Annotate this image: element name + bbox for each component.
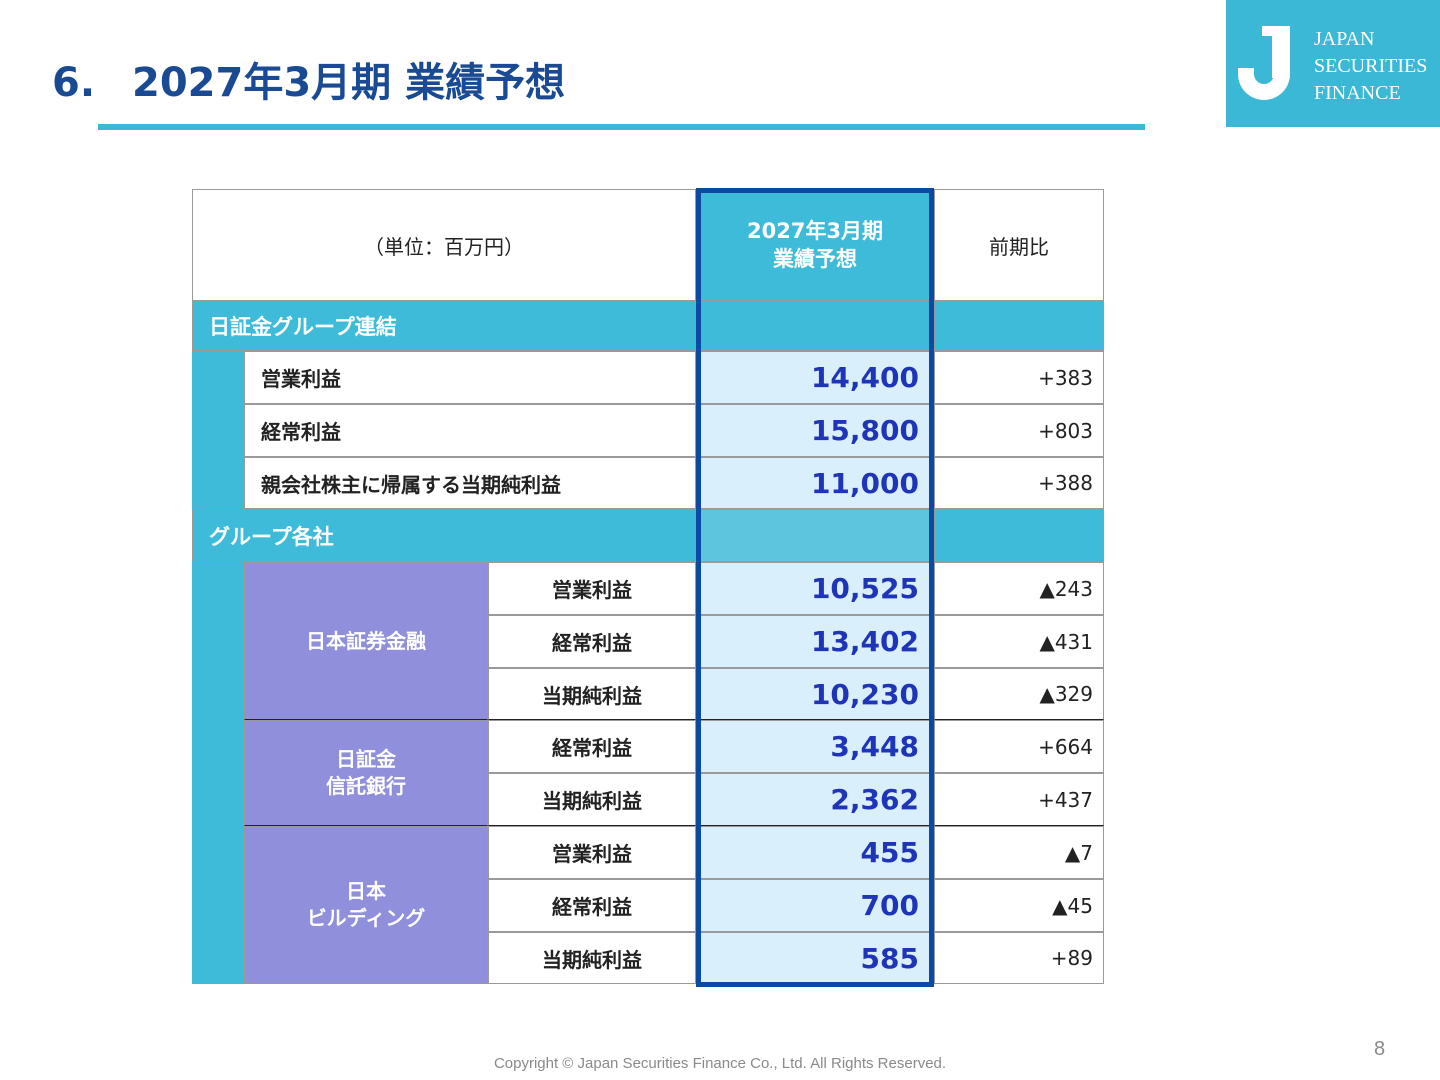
logo-line: JAPAN — [1314, 28, 1375, 50]
section-fill — [934, 509, 1104, 562]
section-indent-bar — [192, 562, 244, 984]
section-companies: グループ各社 — [192, 509, 696, 562]
page-title: 6. 2027年3月期 業績予想 — [52, 50, 565, 108]
change-header: 前期比 — [934, 189, 1104, 301]
change-value: ▲7 — [934, 826, 1104, 879]
change-value: +388 — [934, 457, 1104, 509]
row-label: 経常利益 — [244, 404, 696, 457]
row-label: 営業利益 — [488, 826, 696, 879]
company-name: 日証金 信託銀行 — [244, 720, 488, 826]
company-name: 日本 ビルディング — [244, 826, 488, 984]
change-value: +383 — [934, 351, 1104, 404]
title-text: 2027年3月期 業績予想 — [132, 60, 566, 106]
forecast-value: 11,000 — [696, 457, 934, 509]
company-name: 日本証券金融 — [244, 562, 488, 720]
section-consolidated: 日証金グループ連結 — [192, 301, 696, 351]
row-label: 当期純利益 — [488, 932, 696, 984]
change-value: +664 — [934, 720, 1104, 773]
forecast-table: （単位：百万円） 2027年3月期 業績予想 前期比 日証金グループ連結 営業利… — [192, 189, 1104, 984]
row-label: 営業利益 — [244, 351, 696, 404]
row-label: 経常利益 — [488, 615, 696, 668]
title-underline — [98, 124, 1145, 130]
row-label: 営業利益 — [488, 562, 696, 615]
forecast-value: 13,402 — [696, 615, 934, 668]
logo-line: FINANCE — [1314, 82, 1401, 104]
row-label: 当期純利益 — [488, 773, 696, 826]
forecast-value: 455 — [696, 826, 934, 879]
change-value: +89 — [934, 932, 1104, 984]
row-label: 経常利益 — [488, 879, 696, 932]
copyright-footer: Copyright © Japan Securities Finance Co.… — [493, 1055, 947, 1072]
forecast-value: 3,448 — [696, 720, 934, 773]
section-number: 6. — [52, 60, 96, 106]
change-value: ▲45 — [934, 879, 1104, 932]
section-fill — [696, 509, 934, 562]
change-value: ▲329 — [934, 668, 1104, 720]
change-value: +437 — [934, 773, 1104, 826]
row-label: 経常利益 — [488, 720, 696, 773]
forecast-value: 14,400 — [696, 351, 934, 404]
company-logo: JAPAN SECURITIES FINANCE — [1226, 0, 1440, 127]
forecast-value: 10,230 — [696, 668, 934, 720]
section-fill — [696, 301, 934, 351]
forecast-value: 2,362 — [696, 773, 934, 826]
section-fill — [934, 301, 1104, 351]
row-label: 親会社株主に帰属する当期純利益 — [244, 457, 696, 509]
change-value: +803 — [934, 404, 1104, 457]
logo-text: JAPAN SECURITIES FINANCE — [1314, 26, 1427, 107]
forecast-value: 10,525 — [696, 562, 934, 615]
section-indent-bar — [192, 351, 244, 509]
change-value: ▲243 — [934, 562, 1104, 615]
forecast-value: 585 — [696, 932, 934, 984]
unit-label: （単位：百万円） — [192, 189, 696, 301]
forecast-header: 2027年3月期 業績予想 — [696, 189, 934, 301]
forecast-value: 15,800 — [696, 404, 934, 457]
forecast-value: 700 — [696, 879, 934, 932]
change-value: ▲431 — [934, 615, 1104, 668]
logo-line: SECURITIES — [1314, 55, 1428, 77]
page-number: 8 — [1374, 1038, 1386, 1060]
row-label: 当期純利益 — [488, 668, 696, 720]
j-logo-icon — [1238, 26, 1290, 100]
